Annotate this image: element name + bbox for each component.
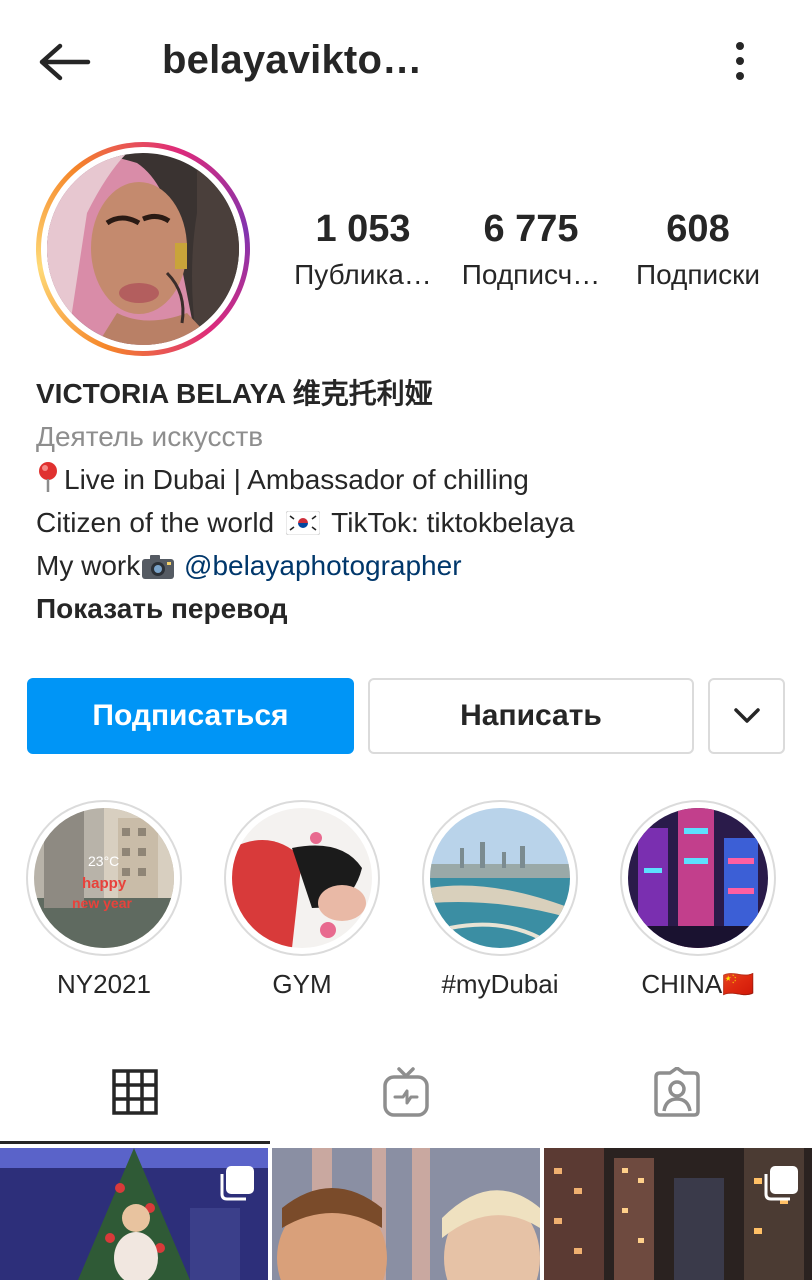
stat-followers-value: 6 775: [483, 208, 579, 250]
message-button[interactable]: Написать: [368, 678, 694, 754]
back-button[interactable]: [34, 40, 92, 84]
highlight-ny2021[interactable]: 23°C happy new year NY2021: [24, 800, 184, 1000]
bio-line-3: My work @belayaphotographer: [36, 550, 462, 581]
more-options-button[interactable]: [722, 40, 758, 84]
stat-posts[interactable]: 1 053 Публика…: [288, 206, 438, 294]
svg-text:happy: happy: [82, 875, 127, 892]
arrow-left-icon: [39, 43, 91, 81]
highlight-label: NY2021: [57, 969, 151, 999]
avatar: [47, 153, 239, 345]
stat-following[interactable]: 608 Подписки: [622, 206, 774, 294]
post-thumbnail[interactable]: [0, 1148, 268, 1280]
highlight-cover: [232, 808, 372, 948]
follow-button[interactable]: Подписаться: [27, 678, 354, 754]
igtv-icon: [383, 1067, 429, 1117]
stat-following-value: 608: [666, 208, 730, 250]
profile-tabs: [0, 1040, 812, 1144]
tab-igtv[interactable]: [271, 1040, 541, 1144]
grid-icon: [112, 1069, 158, 1115]
bio-line-2: Citizen of the world TikTok: tiktokbelay…: [36, 507, 575, 538]
more-vertical-icon: [736, 42, 744, 80]
carousel-icon: [220, 1166, 254, 1201]
south-korea-flag-icon: [285, 511, 320, 535]
stat-posts-value: 1 053: [315, 208, 411, 250]
tab-tagged[interactable]: [542, 1040, 812, 1144]
top-bar: belayavikto…: [0, 0, 812, 122]
mention-link[interactable]: @belayaphotographer: [184, 550, 462, 581]
post-thumbnail[interactable]: [544, 1148, 812, 1280]
profile-bio: VICTORIA BELAYA 维克托利娅 Деятель искусств L…: [36, 372, 796, 630]
stat-followers[interactable]: 6 775 Подписч…: [454, 206, 608, 294]
tab-grid[interactable]: [0, 1040, 270, 1144]
highlight-label: GYM: [272, 969, 332, 999]
svg-text:23°C: 23°C: [88, 853, 119, 869]
highlight-mydubai[interactable]: #myDubai: [420, 800, 580, 1000]
posts-grid: [0, 1148, 812, 1280]
stat-followers-label: Подписч…: [461, 259, 601, 290]
highlight-label: #myDubai: [441, 969, 559, 999]
show-translation-link[interactable]: Показать перевод: [36, 587, 796, 630]
highlight-label: CHINA🇨🇳: [641, 969, 755, 999]
chevron-down-icon: [733, 708, 760, 723]
highlight-cover: [430, 808, 570, 948]
stat-following-label: Подписки: [635, 259, 761, 290]
carousel-icon: [764, 1166, 798, 1201]
highlight-cover: [628, 808, 768, 948]
highlight-gym[interactable]: GYM: [222, 800, 382, 1000]
suggested-dropdown-button[interactable]: [708, 678, 785, 754]
pin-icon: [39, 462, 57, 492]
profile-avatar-story-ring[interactable]: [36, 142, 250, 356]
stat-posts-label: Публика…: [294, 259, 432, 290]
post-thumbnail[interactable]: [272, 1148, 540, 1280]
tagged-person-icon: [654, 1067, 700, 1117]
camera-flash-icon: [142, 555, 175, 579]
profile-full-name: VICTORIA BELAYA 维克托利娅: [36, 378, 433, 409]
profile-username: belayavikto…: [162, 38, 423, 82]
svg-text:new year: new year: [72, 895, 132, 911]
bio-line-1: Live in Dubai | Ambassador of chilling: [36, 458, 796, 501]
highlight-cover: 23°C happy new year: [34, 808, 174, 948]
profile-category: Деятель искусств: [36, 421, 264, 452]
highlight-china[interactable]: CHINA🇨🇳: [618, 800, 778, 1000]
